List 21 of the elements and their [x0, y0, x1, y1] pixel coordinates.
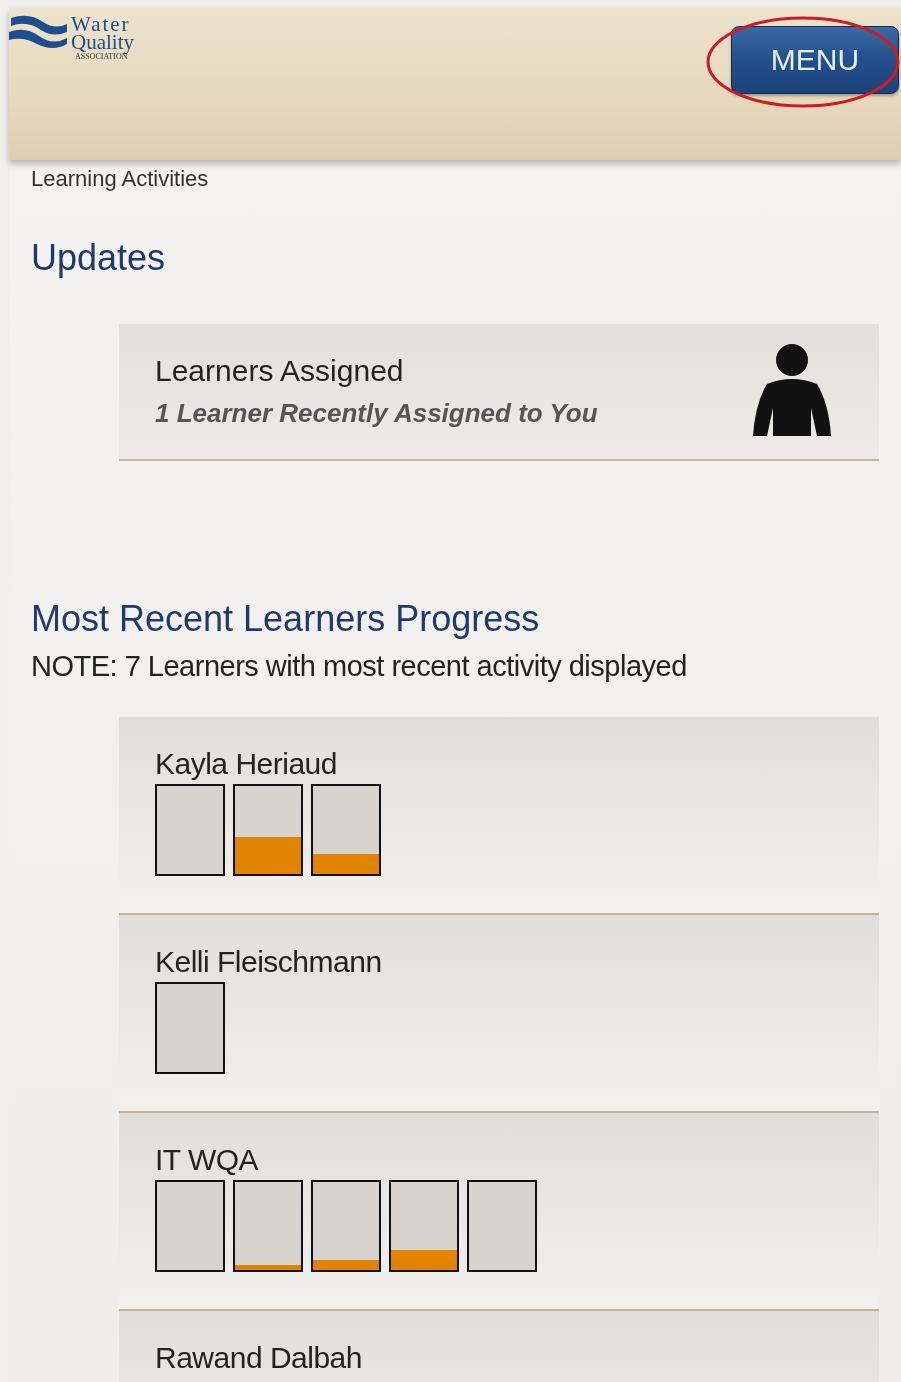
note-text: NOTE: 7 Learners with most recent activity displayed	[31, 649, 688, 683]
logo-waves-icon	[9, 14, 69, 50]
learner-card[interactable]: Kelli Fleischmann	[119, 914, 879, 1113]
update-card[interactable]: Learners Assigned 1 Learner Recently Assigned to You	[119, 323, 879, 461]
logo-tagline: ASSOCIATION	[75, 53, 128, 61]
learner-name: IT WQA	[155, 1142, 260, 1176]
learner-name: Kayla Heriaud	[155, 746, 338, 780]
learner-name: Rawand Dalbah	[155, 1340, 363, 1374]
learner-card[interactable]: IT WQA	[119, 1112, 879, 1311]
learner-name: Kelli Fleischmann	[155, 944, 383, 978]
section-title: Learning Activities	[31, 166, 210, 193]
person-icon	[753, 344, 831, 439]
updates-heading: Updates	[31, 236, 167, 280]
learner-card[interactable]: Rawand Dalbah	[119, 1310, 879, 1382]
menu-button[interactable]: MENU	[731, 26, 899, 94]
card-title: Learners Assigned	[155, 353, 405, 388]
learner-card[interactable]: Kayla Heriaud	[119, 716, 879, 915]
logo-text: Quality	[71, 32, 134, 53]
card-subtitle: 1 Learner Recently Assigned to You	[155, 397, 599, 429]
progress-heading: Most Recent Learners Progress	[31, 596, 541, 640]
logo-text: Water	[71, 14, 131, 35]
